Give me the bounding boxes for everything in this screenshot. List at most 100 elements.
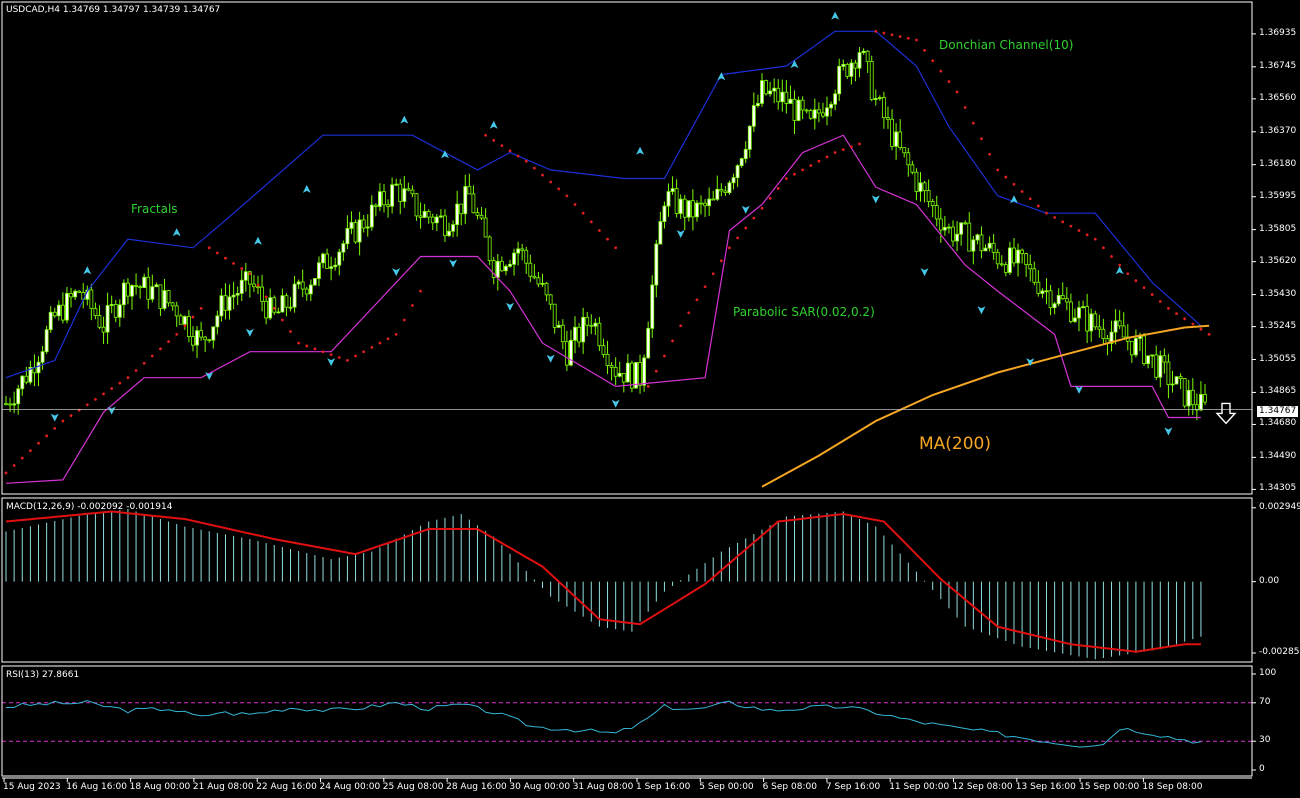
candle-body <box>504 265 508 272</box>
candle-body <box>564 341 569 366</box>
sar-dot <box>744 226 748 230</box>
price-tick-label: 1.36935 <box>1259 27 1297 38</box>
sar-dot <box>313 347 317 351</box>
candle-body <box>276 311 281 314</box>
candle-body <box>1203 394 1207 403</box>
sar-dot <box>53 427 57 430</box>
sar-dot <box>1191 322 1195 326</box>
candle-body <box>414 193 419 217</box>
candle-body <box>231 294 236 298</box>
candle-body <box>1040 290 1045 294</box>
candle-body <box>227 296 232 311</box>
time-tick-label: 18 Aug 00:00 <box>129 782 191 792</box>
panel-frame <box>1 665 1253 777</box>
fractal-up-marker <box>1115 266 1124 275</box>
sar-dot <box>565 194 569 198</box>
panel-frame <box>1 497 1253 663</box>
rsi-tick-label: 100 <box>1259 668 1277 678</box>
candle-body <box>581 316 586 343</box>
candle-body <box>256 286 260 289</box>
ma200-line <box>761 324 1210 488</box>
sar-dot <box>663 354 666 358</box>
time-tick-label: 7 Sep 16:00 <box>825 782 881 792</box>
sar-dot <box>272 307 276 310</box>
macd-tick-label: 0.00 <box>1259 575 1280 586</box>
sar-dot <box>370 345 374 349</box>
sar-dot <box>776 187 780 190</box>
candle-body <box>898 131 903 149</box>
candle-body <box>317 262 321 279</box>
sar-dot <box>671 339 674 343</box>
candle-body <box>938 218 943 231</box>
sar-dot <box>1118 263 1122 267</box>
sar-dot <box>1061 220 1065 224</box>
sar-dot <box>207 246 211 250</box>
sar-dot <box>549 180 553 184</box>
candle-body <box>455 203 460 225</box>
candle-body <box>195 330 199 346</box>
sar-dot <box>337 356 341 359</box>
candle-body <box>865 50 870 62</box>
sar-dot <box>199 307 203 310</box>
candle-body <box>528 262 533 277</box>
candle-body <box>434 216 439 224</box>
candle-body <box>703 202 707 207</box>
candle-body <box>394 183 399 186</box>
price-tick-label: 1.35055 <box>1259 353 1297 364</box>
time-tick-label: 6 Sep 08:00 <box>762 782 817 792</box>
sar-dot <box>589 220 593 224</box>
candle-body <box>922 182 927 191</box>
candle-body <box>776 87 781 103</box>
time-tick-label: 28 Aug 16:00 <box>446 782 507 792</box>
sar-dot <box>598 229 601 232</box>
signal-down-arrow <box>1215 402 1237 425</box>
candle-body <box>894 131 899 147</box>
candle-body <box>987 242 992 249</box>
candle-body <box>1190 389 1195 406</box>
candle-body <box>808 110 813 119</box>
sar-dot <box>768 196 772 200</box>
candle-body <box>930 201 935 206</box>
candle-body <box>418 215 423 218</box>
candle-body <box>1134 338 1138 356</box>
candle-body <box>1166 361 1171 385</box>
candle-body <box>983 247 988 252</box>
candle-body <box>1154 354 1159 378</box>
sar-dot <box>1199 327 1203 331</box>
sar-dot <box>85 403 89 407</box>
sar-dot <box>736 236 739 240</box>
candle-body <box>191 336 195 346</box>
candle-body <box>1008 247 1012 273</box>
candle-body <box>325 253 329 269</box>
macd-tick-label: -0.00285 <box>1259 646 1300 657</box>
sar-dot <box>134 369 138 372</box>
sar-dot <box>606 237 609 241</box>
candle-body <box>1085 306 1090 332</box>
price-tick-label: 1.34490 <box>1259 451 1297 462</box>
candle-body <box>52 311 57 317</box>
sar-dot <box>996 168 1000 172</box>
candle-body <box>239 279 244 294</box>
candle-body <box>1064 298 1069 303</box>
sar-dot <box>28 449 32 453</box>
time-tick-label: 18 Sep 08:00 <box>1142 782 1203 792</box>
sar-dot <box>825 155 829 159</box>
candle-body <box>471 193 476 214</box>
sar-dot <box>167 340 170 344</box>
candle-body <box>666 191 671 207</box>
candle-body <box>556 324 561 328</box>
candle-body <box>1036 281 1041 294</box>
candle-body <box>1182 378 1187 407</box>
sar-dot <box>191 315 195 319</box>
fractal-down-marker <box>1075 385 1084 394</box>
candle-body <box>40 351 45 363</box>
sar-dot <box>1175 312 1178 316</box>
candle-body <box>548 294 553 305</box>
candle-body <box>1150 354 1155 357</box>
sar-dot <box>94 397 97 401</box>
candle-body <box>1032 268 1037 283</box>
candle-body <box>991 242 996 253</box>
candle-body <box>662 205 667 222</box>
candle-body <box>597 322 602 347</box>
sar-dot <box>183 324 187 328</box>
